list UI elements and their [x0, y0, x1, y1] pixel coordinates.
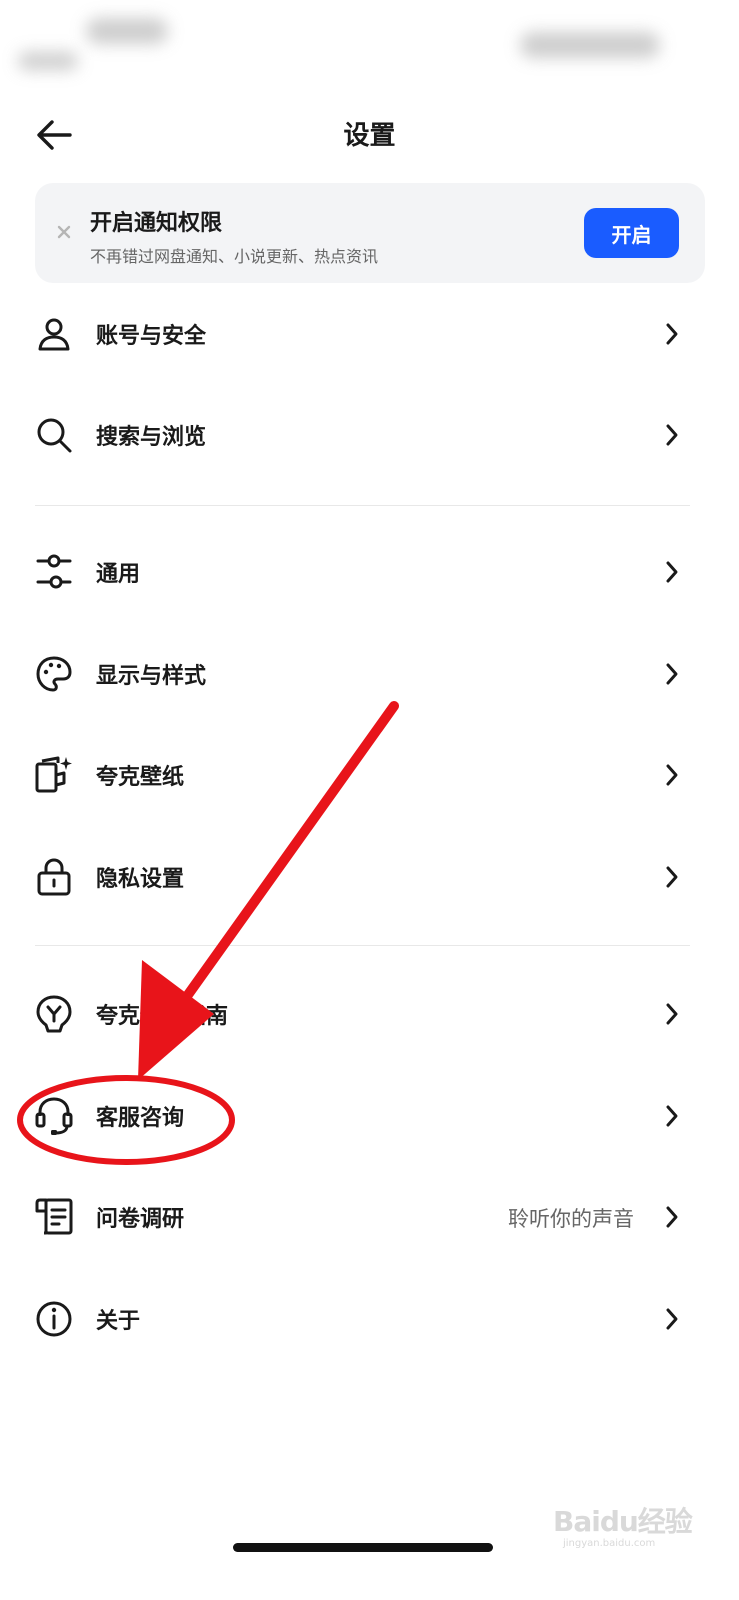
banner-subtitle: 不再错过网盘通知、小说更新、热点资讯 [90, 247, 379, 266]
sliders-icon [34, 552, 74, 592]
survey-icon [34, 1197, 74, 1237]
settings-item-customer-service[interactable]: 客服咨询 [0, 1071, 739, 1161]
status-icons-blurred [520, 32, 660, 58]
settings-item-label: 夸克壁纸 [96, 765, 185, 790]
header: 设置 [0, 95, 739, 175]
page-title: 设置 [343, 121, 396, 151]
chevron-right-icon [666, 323, 678, 345]
status-time-blurred [86, 18, 168, 44]
survey-hint-text: 聆听你的声音 [508, 1207, 634, 1231]
watermark-url: jingyan.baidu.com [563, 1538, 656, 1549]
settings-item-account-security[interactable]: 账号与安全 [0, 289, 739, 379]
settings-item-label: 客服咨询 [96, 1106, 185, 1131]
headset-icon [34, 1096, 74, 1136]
chevron-right-icon [666, 1308, 678, 1330]
notification-banner: 开启通知权限 不再错过网盘通知、小说更新、热点资讯 开启 [35, 183, 705, 283]
settings-item-search-browse[interactable]: 搜索与浏览 [0, 390, 739, 480]
status-carrier-blurred [18, 52, 78, 70]
close-icon [57, 225, 71, 239]
chevron-right-icon [666, 424, 678, 446]
chevron-right-icon [666, 663, 678, 685]
settings-item-wallpaper[interactable]: 夸克壁纸 [0, 730, 739, 820]
settings-item-about[interactable]: 关于 [0, 1274, 739, 1364]
settings-item-privacy[interactable]: 隐私设置 [0, 832, 739, 922]
section-divider [35, 945, 690, 946]
settings-item-label: 问卷调研 [96, 1207, 185, 1232]
chevron-right-icon [666, 1105, 678, 1127]
chevron-right-icon [666, 764, 678, 786]
settings-item-survey[interactable]: 问卷调研 聆听你的声音 [0, 1172, 739, 1262]
home-indicator[interactable] [233, 1543, 493, 1552]
status-bar [0, 0, 739, 78]
settings-item-label: 关于 [96, 1309, 141, 1334]
chevron-right-icon [666, 1206, 678, 1228]
chevron-right-icon [666, 866, 678, 888]
info-icon [34, 1299, 74, 1339]
banner-title: 开启通知权限 [90, 211, 223, 236]
chevron-right-icon [666, 1003, 678, 1025]
settings-item-label: 账号与安全 [96, 324, 207, 349]
palette-icon [34, 654, 74, 694]
banner-close-button[interactable] [49, 217, 79, 247]
lock-icon [34, 857, 74, 897]
settings-item-label: 显示与样式 [96, 664, 207, 689]
bulb-icon [34, 994, 74, 1034]
settings-item-label: 搜索与浏览 [96, 425, 207, 450]
section-divider [35, 505, 690, 506]
settings-item-guide[interactable]: 夸克使用指南 [0, 969, 739, 1059]
settings-item-label: 隐私设置 [96, 867, 185, 892]
settings-item-display-style[interactable]: 显示与样式 [0, 629, 739, 719]
search-icon [34, 415, 74, 455]
chevron-right-icon [666, 561, 678, 583]
wallpaper-icon [34, 755, 74, 795]
settings-item-label: 夸克使用指南 [96, 1004, 229, 1029]
user-icon [34, 314, 74, 354]
enable-notifications-button[interactable]: 开启 [584, 208, 679, 258]
settings-item-label: 通用 [96, 562, 141, 587]
settings-item-general[interactable]: 通用 [0, 527, 739, 617]
watermark-logo: Baidu经验 [553, 1505, 693, 1538]
